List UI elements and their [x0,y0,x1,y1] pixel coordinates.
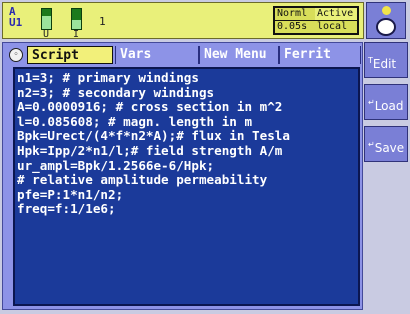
edit-button[interactable]: TEdit [364,42,408,78]
save-icon: ↵ [368,140,375,149]
user-head-icon [382,6,391,15]
channel-label: A U1 [9,5,23,29]
edit-button-label: Edit [372,57,397,71]
mode-indicator[interactable]: Norml Active 0.05s local [273,6,359,35]
voltage-meter-label: U [43,29,50,40]
current-meter-fill [72,20,81,29]
voltage-meter [41,8,52,30]
mode-normal: Norml [275,8,315,20]
mode-local: local [315,21,357,33]
code-line: # relative amplitude permeability [17,172,268,188]
code-line: A=0.0000916; # cross section in m^2 [17,99,283,115]
code-line: freq=f:1/1e6; [17,201,116,217]
save-button[interactable]: ↵Save [364,126,408,162]
voltage-meter-fill [42,16,51,29]
load-button-label: Load [374,99,404,113]
mode-interval: 0.05s [275,21,315,33]
screen: A U1 U I 1 Norml Active 0.05s local ◦ Sc… [0,0,410,314]
load-icon: ↵ [368,98,375,107]
tab-bar: ◦ Script Vars New Menu Ferrit [3,45,362,65]
code-line: Hpk=Ipp/2*n1/l;# field strength A/m [17,143,283,158]
load-button[interactable]: ↵Load [364,84,408,120]
tab-ferrit[interactable]: Ferrit [279,46,361,64]
code-line: n1=3; # primary windings [17,70,199,85]
user-help-icon[interactable] [366,2,406,39]
circle-menu-icon[interactable]: ◦ [9,48,23,62]
status-bar: A U1 U I 1 Norml Active 0.05s local [2,2,364,40]
script-editor[interactable]: n1=3; # primary windings n2=3; # seconda… [13,67,360,306]
user-body-icon [376,18,396,36]
save-button-label: Save [374,141,405,155]
tab-vars[interactable]: Vars [115,46,199,64]
mode-active: Active [315,8,357,20]
current-meter-label: I [73,29,80,40]
current-meter [71,8,82,30]
code-line: ur_ampl=Bpk/1.2566e-6/Hpk; [17,157,215,173]
channel-number: 1 [99,15,106,28]
code-line: pfe=P:1*n1/n2; [17,186,124,202]
code-line: n2=3; # secondary windings [17,84,215,100]
tab-script[interactable]: Script [27,46,113,64]
script-panel: ◦ Script Vars New Menu Ferrit n1=3; # pr… [2,42,363,310]
code-line: l=0.085608; # magn. length in m [17,113,253,129]
tab-new-menu[interactable]: New Menu [199,46,279,64]
side-button-column [364,42,410,314]
code-line: Bpk=Urect/(4*f*n2*A);# flux in Tesla [17,128,290,144]
